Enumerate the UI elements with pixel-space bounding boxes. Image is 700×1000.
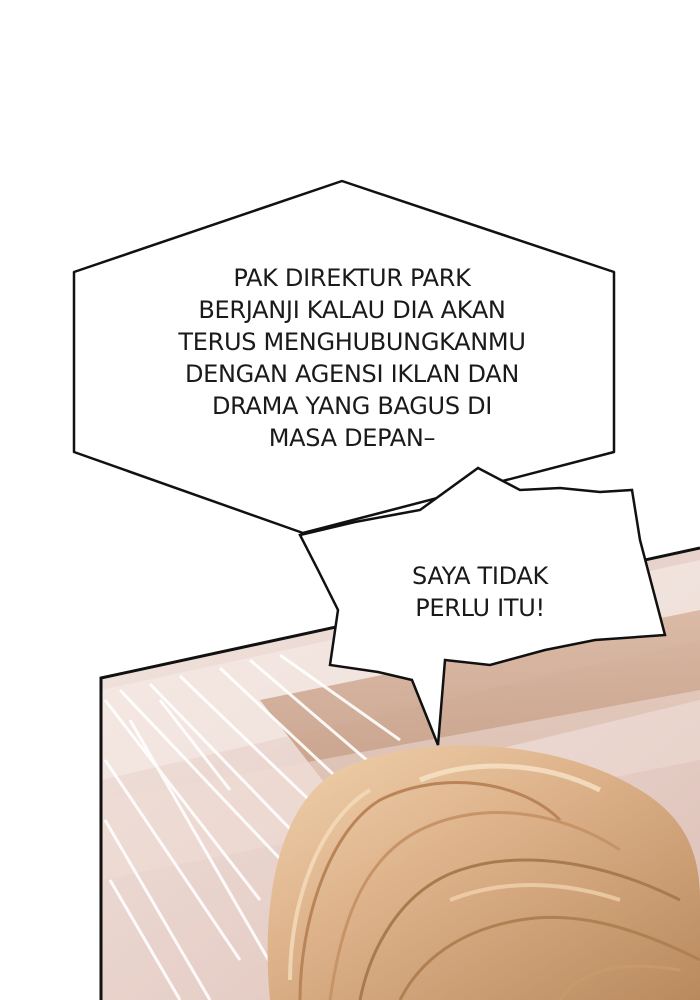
speech-bubble-text: PAK DIREKTUR PARK BERJANJI KALAU DIA AKA… (142, 262, 562, 454)
speech-line: MASA DEPAN– (268, 424, 436, 452)
comic-artwork (72, 179, 700, 1000)
shout-line: SAYA TIDAK (411, 562, 549, 590)
speech-line: BERJANJI KALAU DIA AKAN (198, 296, 506, 324)
speech-line: PAK DIREKTUR PARK (233, 264, 471, 292)
comic-page: PAK DIREKTUR PARK BERJANJI KALAU DIA AKA… (0, 0, 700, 1000)
shout-line: PERLU ITU! (415, 594, 545, 622)
speech-line: DRAMA YANG BAGUS DI (211, 392, 493, 420)
shout-bubble-text: SAYA TIDAK PERLU ITU! (365, 560, 595, 624)
speech-line: DENGAN AGENSI IKLAN DAN (184, 360, 520, 388)
speech-line: TERUS MENGHUBUNGKANMU (178, 328, 526, 356)
